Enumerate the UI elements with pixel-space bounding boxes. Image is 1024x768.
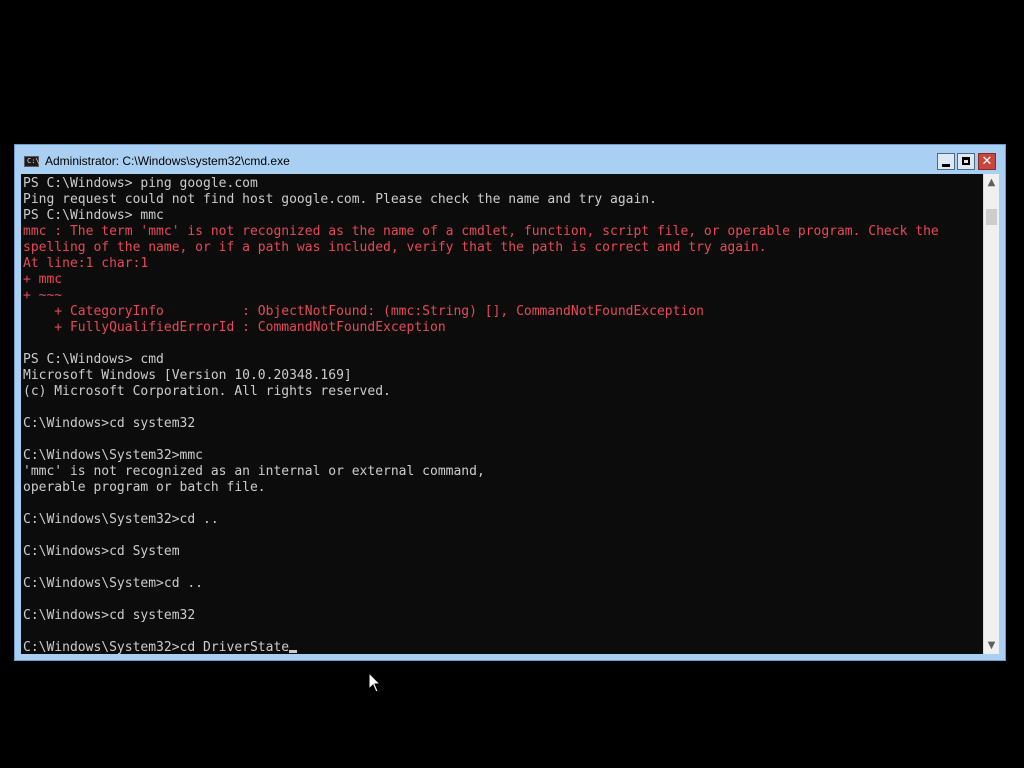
console-line: C:\Windows>cd system32 [23, 608, 196, 623]
text-cursor [289, 650, 298, 653]
console-line: Ping request could not find host google.… [23, 192, 657, 207]
console-line: C:\Windows\System32>cd .. [23, 512, 219, 527]
close-button[interactable]: ✕ [978, 153, 996, 170]
console-line: Microsoft Windows [Version 10.0.20348.16… [23, 368, 352, 383]
scroll-up-icon[interactable]: ▲ [984, 174, 999, 191]
console-line: PS C:\Windows> ping google.com [23, 176, 258, 191]
console-error-line: spelling of the name, or if a path was i… [23, 240, 767, 255]
cmd-icon-text: C:\ [27, 157, 40, 165]
arrow-pointer-icon [368, 671, 382, 698]
scroll-down-icon[interactable]: ▼ [984, 637, 999, 654]
maximize-button[interactable] [957, 153, 975, 170]
console-line: C:\Windows>cd System [23, 544, 180, 559]
console-error-line: At line:1 char:1 [23, 256, 149, 271]
vertical-scrollbar[interactable]: ▲ ▼ [983, 174, 999, 654]
cmd-window[interactable]: C:\ Administrator: C:\Windows\system32\c… [14, 144, 1006, 661]
console-line: PS C:\Windows> cmd [23, 352, 164, 367]
console-line: PS C:\Windows> mmc [23, 208, 164, 223]
minimize-icon [942, 164, 950, 167]
scroll-thumb[interactable] [986, 209, 997, 225]
minimize-button[interactable] [937, 153, 955, 170]
prompt-text: C:\Windows\System32>cd DriverState [23, 640, 290, 654]
console-error-line: + mmc [23, 272, 63, 287]
console-line: C:\Windows\System32>mmc [23, 448, 204, 463]
console-line: C:\Windows>cd system32 [23, 416, 196, 431]
console-line: (c) Microsoft Corporation. All rights re… [23, 384, 391, 399]
close-icon: ✕ [981, 154, 993, 169]
window-title: Administrator: C:\Windows\system32\cmd.e… [45, 154, 290, 168]
console-output[interactable]: PS C:\Windows> ping google.com Ping reque… [21, 174, 983, 654]
console-line: 'mmc' is not recognized as an internal o… [23, 464, 485, 479]
console-line: C:\Windows\System>cd .. [23, 576, 204, 591]
console-error-line: + CategoryInfo : ObjectNotFound: (mmc:St… [23, 304, 704, 319]
maximize-icon [962, 157, 970, 165]
console-line: operable program or batch file. [23, 480, 266, 495]
console-error-line: + ~~~ [23, 288, 63, 303]
console-error-line: + FullyQualifiedErrorId : CommandNotFoun… [23, 320, 446, 335]
console-error-line: mmc : The term 'mmc' is not recognized a… [23, 224, 939, 239]
cmd-icon: C:\ [24, 156, 40, 167]
console-lines: PS C:\Windows> ping google.com Ping reque… [23, 176, 939, 654]
title-bar[interactable]: C:\ Administrator: C:\Windows\system32\c… [15, 145, 1005, 174]
console-prompt-line[interactable]: C:\Windows\System32>cd DriverState [23, 640, 939, 654]
